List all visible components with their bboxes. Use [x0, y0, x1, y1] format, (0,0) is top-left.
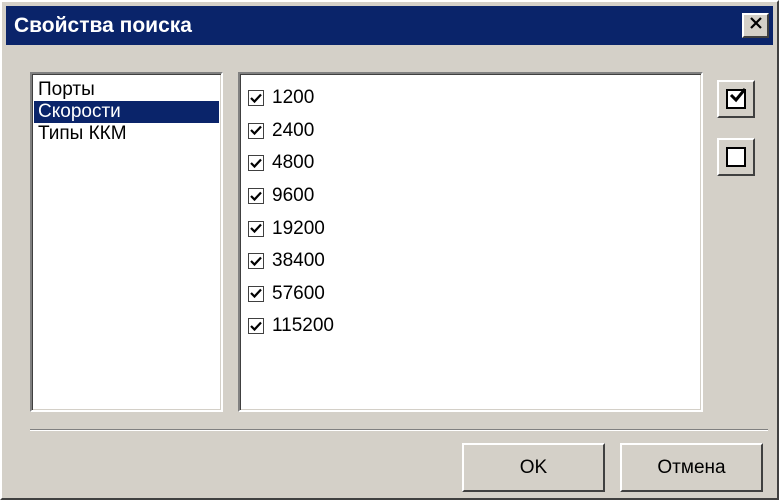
separator [30, 429, 768, 431]
checkmark-icon [250, 93, 262, 103]
speed-checkbox[interactable] [248, 90, 264, 107]
speed-checklist[interactable]: 1200 2400 4800 9600 19200 38400 57600 11… [238, 72, 703, 412]
cancel-button[interactable]: Отмена [620, 443, 763, 492]
checkmark-icon [250, 289, 262, 299]
uncheck-all-button[interactable] [717, 138, 755, 176]
speed-checkbox[interactable] [248, 220, 264, 237]
speed-checkbox[interactable] [248, 285, 264, 302]
category-item-speeds[interactable]: Скорости [34, 101, 219, 123]
speed-checkbox[interactable] [248, 155, 264, 172]
checkmark-icon [250, 223, 262, 234]
title-bar[interactable]: Свойства поиска [6, 6, 773, 45]
speed-label: 38400 [272, 250, 325, 272]
speed-label: 115200 [272, 315, 334, 337]
speed-option[interactable]: 1200 [246, 82, 695, 115]
speed-option[interactable]: 38400 [246, 245, 695, 278]
search-properties-dialog: Свойства поиска Порты Скорости Типы ККМ … [0, 0, 779, 500]
speed-label: 57600 [272, 282, 325, 304]
speed-label: 9600 [272, 185, 315, 207]
speed-label: 4800 [272, 152, 315, 174]
checkmark-icon [250, 158, 262, 169]
speed-label: 1200 [272, 87, 315, 109]
category-item-ecr-types[interactable]: Типы ККМ [34, 123, 219, 145]
ok-button[interactable]: OK [462, 443, 605, 492]
speed-checkbox[interactable] [248, 253, 264, 270]
category-item-ports[interactable]: Порты [34, 79, 219, 101]
check-all-icon [726, 88, 747, 109]
close-button[interactable] [742, 13, 769, 38]
close-icon [749, 16, 763, 35]
speed-label: 19200 [272, 217, 325, 239]
speed-checkbox[interactable] [248, 122, 264, 139]
uncheck-all-icon [726, 147, 746, 167]
speed-option[interactable]: 19200 [246, 212, 695, 245]
speed-label: 2400 [272, 119, 315, 141]
checkmark-icon [250, 126, 262, 136]
speed-option[interactable]: 4800 [246, 147, 695, 180]
check-all-button[interactable] [717, 80, 755, 118]
speed-checkbox[interactable] [248, 188, 264, 205]
speed-option[interactable]: 115200 [246, 310, 695, 343]
category-list[interactable]: Порты Скорости Типы ККМ [30, 72, 223, 412]
checkmark-icon [250, 191, 262, 201]
speed-option[interactable]: 9600 [246, 180, 695, 213]
window-title: Свойства поиска [14, 13, 192, 37]
speed-option[interactable]: 57600 [246, 278, 695, 311]
checkmark-icon [250, 321, 262, 332]
speed-option[interactable]: 2400 [246, 115, 695, 148]
speed-checkbox[interactable] [248, 318, 264, 335]
checkmark-icon [250, 256, 262, 266]
